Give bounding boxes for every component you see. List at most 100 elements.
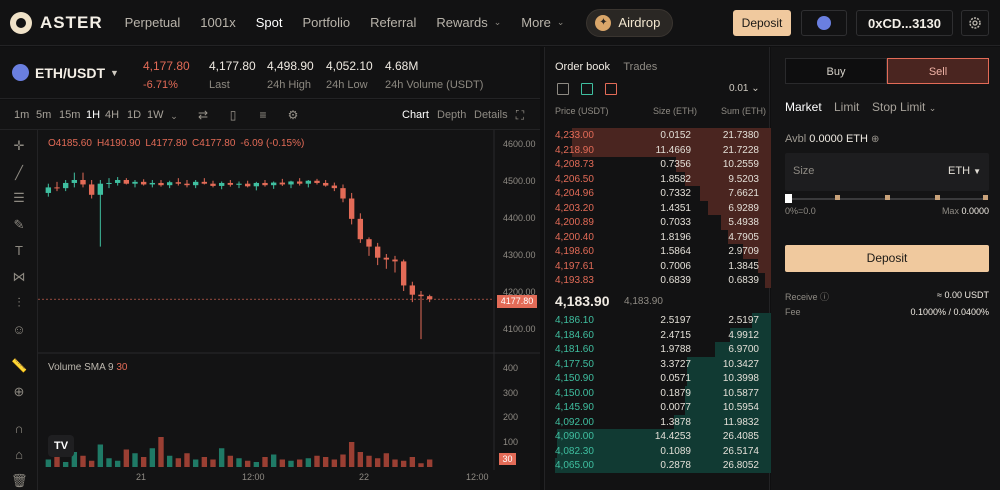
ticker-price: 4,177.80 -6.71% — [143, 59, 190, 91]
info-icon[interactable]: ⓘ — [820, 292, 829, 302]
nav-item-perpetual[interactable]: Perpetual — [125, 15, 181, 30]
slider-step-50[interactable] — [885, 195, 890, 200]
nav-item-rewards[interactable]: Rewards ⌄ — [436, 15, 501, 30]
zoom-in-icon[interactable]: ⊕ — [11, 384, 27, 400]
crosshair-icon[interactable]: ✛ — [11, 138, 27, 154]
buy-tab[interactable]: Buy — [785, 58, 887, 84]
volume-bar — [236, 458, 242, 467]
bid-row[interactable]: 4,082.30 0.1089 26.5174 — [545, 443, 771, 458]
ask-row[interactable]: 4,218.90 11.4669 21.7228 — [545, 142, 771, 157]
ask-row[interactable]: 4,204.96 0.7332 7.6621 — [545, 186, 771, 201]
slider-max-label: Max 0.0000 — [942, 206, 989, 216]
ask-row[interactable]: 4,197.61 0.7006 1.3845 — [545, 258, 771, 273]
sell-tab[interactable]: Sell — [887, 58, 989, 84]
nav-item-spot[interactable]: Spot — [256, 15, 283, 30]
order-type-stop-limit[interactable]: Stop Limit ⌄ — [872, 100, 936, 114]
tab-order-book[interactable]: Order book — [555, 61, 610, 73]
candle-body — [253, 182, 260, 187]
chart-settings-icon[interactable]: ≡ — [256, 108, 270, 122]
ask-row[interactable]: 4,200.40 1.8196 4.7905 — [545, 229, 771, 244]
fullscreen-icon[interactable]: ⛶ — [513, 108, 527, 122]
timeframe-1d[interactable]: 1D — [127, 109, 141, 121]
bid-row[interactable]: 4,186.10 2.5197 2.5197 — [545, 313, 771, 328]
ask-row[interactable]: 4,193.83 0.6839 0.6839 — [545, 273, 771, 288]
magnet-icon[interactable]: ∩ — [11, 421, 27, 437]
order-type-limit[interactable]: Limit — [834, 100, 859, 114]
timeframe-more-icon[interactable]: ⌄ — [167, 109, 181, 123]
timeframe-15m[interactable]: 15m — [59, 109, 80, 121]
timeframe-4h[interactable]: 4H — [105, 109, 119, 121]
tab-depth[interactable]: Depth — [437, 109, 466, 121]
text-tool-icon[interactable]: T — [11, 243, 27, 259]
horizontal-lines-icon[interactable]: ☰ — [11, 190, 27, 206]
slider-handle[interactable] — [785, 194, 792, 203]
ask-row[interactable]: 4,203.20 1.4351 6.9289 — [545, 200, 771, 215]
size-unit-selector[interactable]: ETH ▼ — [948, 165, 981, 177]
wallet-address-button[interactable]: 0xCD...3130 — [856, 10, 953, 36]
bid-row[interactable]: 4,184.60 2.4715 4.9912 — [545, 327, 771, 342]
ask-row[interactable]: 4,200.89 0.7033 5.4938 — [545, 215, 771, 230]
depth-bar — [758, 258, 771, 273]
nav-item-portfolio[interactable]: Portfolio — [302, 15, 350, 30]
bid-row[interactable]: 4,181.60 1.9788 6.9700 — [545, 342, 771, 357]
chevron-down-icon: ⌄ — [928, 103, 937, 113]
timeframe-5m[interactable]: 5m — [36, 109, 51, 121]
ask-row[interactable]: 4,208.73 0.7356 10.2559 — [545, 157, 771, 172]
trendline-icon[interactable]: ╱ — [11, 165, 27, 181]
tab-chart[interactable]: Chart — [402, 109, 429, 121]
ask-price: 4,200.40 — [555, 231, 594, 243]
ruler-icon[interactable]: 📏 — [11, 358, 27, 374]
bid-row[interactable]: 4,092.00 1.3878 11.9832 — [545, 414, 771, 429]
ask-row[interactable]: 4,198.60 1.5864 2.9709 — [545, 244, 771, 259]
lock-icon[interactable]: ⌂ — [11, 447, 27, 463]
bid-row[interactable]: 4,145.90 0.0077 10.5954 — [545, 400, 771, 415]
deposit-button[interactable]: Deposit — [733, 10, 791, 36]
settings-button[interactable] — [961, 10, 989, 36]
pair-selector[interactable]: ETH/USDT ▼ — [12, 64, 119, 81]
order-book-panel: Order book Trades 0.01 ⌄ Price (USDT) Si… — [544, 47, 771, 490]
slider-step-75[interactable] — [935, 195, 940, 200]
bid-size: 1.9788 — [660, 344, 691, 355]
ask-sum: 4.7905 — [728, 231, 759, 243]
size-slider[interactable] — [785, 194, 988, 203]
candle-type-icon[interactable]: ▯ — [226, 108, 240, 122]
timeframe-1w[interactable]: 1W — [147, 109, 164, 121]
airdrop-button[interactable]: ✦ Airdrop — [586, 8, 674, 37]
network-selector[interactable] — [801, 10, 847, 36]
bid-row[interactable]: 4,177.50 3.3727 10.3427 — [545, 356, 771, 371]
fibonacci-icon[interactable]: ⫶ — [11, 295, 27, 311]
emoji-icon[interactable]: ☺ — [11, 322, 27, 338]
nav-item-1001x[interactable]: 1001x — [200, 15, 235, 30]
size-input[interactable]: Size ETH ▼ — [785, 153, 989, 191]
bids-view-icon[interactable] — [581, 83, 593, 95]
slider-step-100[interactable] — [983, 195, 988, 200]
bid-sum: 11.9832 — [723, 416, 759, 428]
deposit-action-button[interactable]: Deposit — [785, 245, 989, 272]
nav-item-more[interactable]: More ⌄ — [521, 15, 564, 30]
order-type-market[interactable]: Market — [785, 100, 822, 114]
slider-step-25[interactable] — [835, 195, 840, 200]
both-sides-view-icon[interactable] — [557, 83, 569, 95]
pattern-icon[interactable]: ⋈ — [11, 269, 27, 285]
precision-selector[interactable]: 0.01 ⌄ — [729, 83, 760, 94]
ask-row[interactable]: 4,206.50 1.8582 9.5203 — [545, 171, 771, 186]
bid-row[interactable]: 4,065.00 0.2878 26.8052 — [545, 458, 771, 473]
tab-details[interactable]: Details — [474, 109, 508, 121]
add-funds-icon[interactable]: ⊕ — [871, 134, 879, 145]
brand-logo[interactable]: ASTER — [10, 11, 103, 34]
indicators-icon[interactable]: ⇄ — [196, 108, 210, 122]
bid-row[interactable]: 4,090.00 14.4253 26.4085 — [545, 429, 771, 444]
timeframe-1m[interactable]: 1m — [14, 109, 29, 121]
gear-icon[interactable]: ⚙ — [286, 108, 300, 122]
timeframe-1h[interactable]: 1H — [86, 109, 100, 121]
asks-view-icon[interactable] — [605, 83, 617, 95]
brush-icon[interactable]: ✎ — [11, 217, 27, 233]
tradingview-logo[interactable]: TV — [48, 435, 74, 457]
nav-item-referral[interactable]: Referral — [370, 15, 416, 30]
bid-row[interactable]: 4,150.90 0.0571 10.3998 — [545, 371, 771, 386]
available-balance: Avbl 0.0000 ETH ⊕ — [785, 133, 879, 145]
trash-icon[interactable]: 🗑 — [11, 473, 28, 489]
ask-row[interactable]: 4,233.00 0.0152 21.7380 — [545, 128, 771, 143]
bid-row[interactable]: 4,150.00 0.1879 10.5877 — [545, 385, 771, 400]
tab-trades[interactable]: Trades — [623, 61, 657, 73]
